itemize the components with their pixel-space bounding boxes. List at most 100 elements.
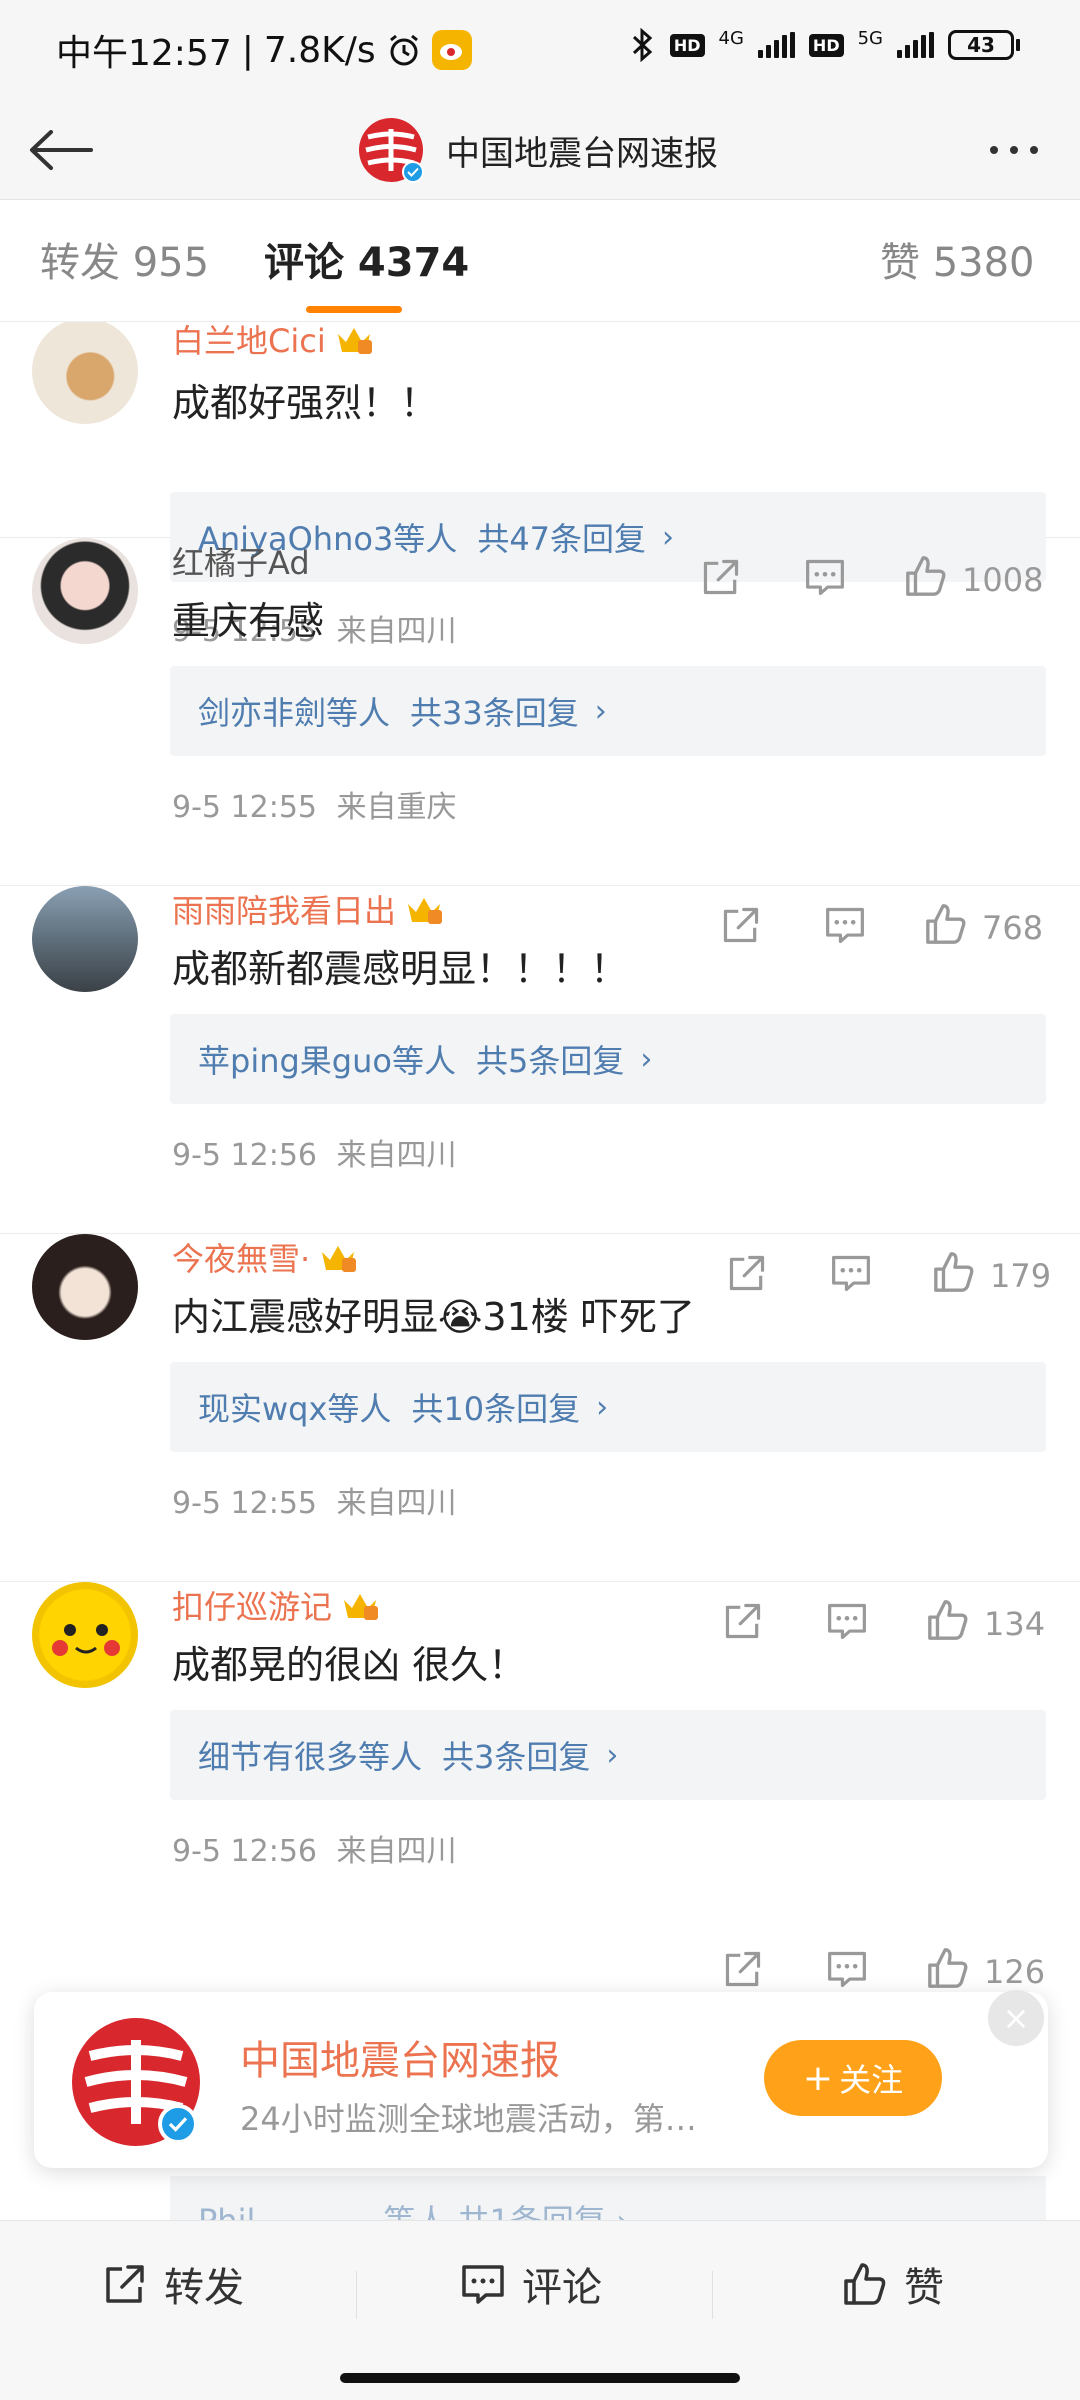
comment-text: 重庆有感 <box>172 599 325 643</box>
reply-count: 共5条回复 <box>475 1042 625 1080</box>
avatar[interactable] <box>32 1582 138 1688</box>
thumb-up-icon <box>904 554 948 606</box>
comment-reply-button[interactable] <box>830 1252 872 1302</box>
comment-reply-button[interactable] <box>804 556 846 606</box>
share-icon <box>726 1252 768 1302</box>
reply-count: 共3条回复 <box>442 1738 591 1776</box>
top-nav: 中国地震台网速报 <box>0 100 1080 200</box>
reply-count: 共10条回复 <box>411 1390 581 1428</box>
follow-button-label: 关注 <box>839 2061 904 2099</box>
reply-summary[interactable]: 剑亦非劍等人 共33条回复 › <box>170 666 1046 756</box>
back-button[interactable] <box>22 116 98 184</box>
chevron-right-icon: › <box>596 1389 609 1425</box>
close-icon[interactable]: × <box>988 1990 1044 2046</box>
comment-like-button[interactable]: 134 <box>926 1598 1045 1650</box>
comment-button[interactable]: 评论 <box>460 2255 602 2313</box>
comment-item: 白兰地Cici 成都好强烈！！ AniyaOhno3等人 共47条回复 › 9-… <box>0 322 1080 649</box>
divider <box>712 2271 713 2319</box>
comment-time: 9-5 12:55 <box>172 790 317 825</box>
follow-recommend-card[interactable]: 中国地震台网速报 24小时监测全球地震活动，第… + 关注 <box>34 1992 1048 2168</box>
comment-share-button[interactable] <box>722 1600 764 1650</box>
like-count: 179 <box>990 1257 1052 1295</box>
home-indicator[interactable] <box>340 2373 740 2383</box>
comment-bubble-icon <box>830 1252 872 1302</box>
share-icon <box>106 2265 144 2303</box>
arrow-left-icon <box>30 130 93 170</box>
reply-summary[interactable]: 苹ping果guo等人 共5条回复 › <box>170 1014 1046 1104</box>
like-count: 134 <box>984 1605 1046 1643</box>
comment-share-button[interactable] <box>722 1948 764 1998</box>
more-dots-icon <box>990 146 998 154</box>
avatar[interactable] <box>32 1234 138 1340</box>
avatar[interactable] <box>32 538 138 644</box>
comment-time: 9-5 12:56 <box>172 1138 317 1173</box>
comment-reply-button[interactable] <box>826 1948 868 1998</box>
status-right: HD 4G HD 5G 43 <box>630 28 1020 62</box>
comment-location: 来自四川 <box>336 1486 457 1521</box>
battery-icon: 43 <box>948 30 1020 60</box>
sim2-type: 5G <box>857 28 883 49</box>
comment-item: 今夜無雪· 内江震感好明显😭31楼 吓死了 现实wqx等人 共10条回复 › 9… <box>0 1234 1080 1582</box>
chevron-right-icon: › <box>640 1041 653 1077</box>
alarm-icon <box>386 32 422 68</box>
avatar[interactable] <box>32 322 138 424</box>
vip-crown-icon <box>334 322 374 356</box>
comment-username[interactable]: 扣仔巡游记 <box>172 1582 380 1628</box>
comment-meta: 9-5 12:55 来自四川 <box>172 1478 457 1522</box>
like-label: 赞 <box>904 2265 944 2311</box>
status-left: 中午12:57 | 7.8K/s <box>56 24 472 76</box>
like-button[interactable]: 赞 <box>842 2255 944 2313</box>
chevron-right-icon: › <box>594 693 607 729</box>
weibo-notify-icon <box>431 30 472 70</box>
comment-share-button[interactable] <box>726 1252 768 1302</box>
plus-icon: + <box>802 2057 834 2099</box>
status-divider: | <box>241 29 254 71</box>
vip-crown-icon <box>318 1240 358 1274</box>
more-button[interactable] <box>976 122 1052 178</box>
repost-button[interactable]: 转发 <box>102 2255 244 2313</box>
comment-bubble-icon <box>804 556 846 606</box>
comment-username[interactable]: 红橘子Ad <box>172 538 310 584</box>
reply-users: 细节有很多等人 <box>198 1738 423 1776</box>
active-tab-indicator <box>306 306 402 313</box>
comment-text: 内江震感好明显😭31楼 吓死了 <box>172 1295 695 1339</box>
tab-like[interactable]: 赞 5380 <box>880 230 1035 288</box>
divider <box>356 2271 357 2319</box>
reply-summary[interactable]: 现实wqx等人 共10条回复 › <box>170 1362 1046 1452</box>
comment-username[interactable]: 雨雨陪我看日出 <box>172 886 444 932</box>
reply-count: 共33条回复 <box>410 694 579 732</box>
header-account[interactable]: 中国地震台网速报 <box>358 108 718 192</box>
share-icon <box>700 556 742 606</box>
comment-bubble-icon <box>826 1948 868 1998</box>
next-reply-peek: Phil…………等人 共1条回复 › <box>170 2176 1046 2220</box>
comment-time: 9-5 12:55 <box>172 1486 317 1521</box>
comment-like-button[interactable]: 1008 <box>904 554 1043 606</box>
thumb-up-icon <box>926 1598 970 1650</box>
like-count: 126 <box>984 1953 1046 1991</box>
tab-comment[interactable]: 评论 4374 <box>264 230 469 288</box>
follow-button[interactable]: + 关注 <box>764 2040 942 2116</box>
share-icon <box>722 1948 764 1998</box>
comment-like-button[interactable]: 768 <box>924 902 1043 954</box>
comment-share-button[interactable] <box>700 556 742 606</box>
comment-like-button[interactable]: 126 <box>926 1946 1045 1998</box>
comment-meta: 9-5 12:55 来自重庆 <box>172 782 457 826</box>
reply-users: 苹ping果guo等人 <box>198 1042 456 1080</box>
verified-badge-icon <box>402 161 424 183</box>
share-icon <box>720 904 762 954</box>
comment-username[interactable]: 白兰地Cici <box>172 322 374 362</box>
comment-username[interactable]: 今夜無雪· <box>172 1234 358 1280</box>
reply-summary[interactable]: 细节有很多等人 共3条回复 › <box>170 1710 1046 1800</box>
comment-share-button[interactable] <box>720 904 762 954</box>
comment-reply-button[interactable] <box>826 1600 868 1650</box>
bluetooth-icon <box>630 28 656 62</box>
status-bar: 中午12:57 | 7.8K/s HD 4G HD 5G 43 <box>0 0 1080 100</box>
page-title: 中国地震台网速报 <box>446 133 718 174</box>
comment-like-button[interactable]: 179 <box>932 1250 1051 1302</box>
avatar[interactable] <box>32 886 138 992</box>
tab-repost[interactable]: 转发 955 <box>40 230 209 288</box>
comment-bubble-icon <box>462 2265 504 2304</box>
comment-reply-button[interactable] <box>824 904 866 954</box>
thumb-up-icon <box>926 1946 970 1998</box>
thumb-up-icon <box>932 1250 976 1302</box>
